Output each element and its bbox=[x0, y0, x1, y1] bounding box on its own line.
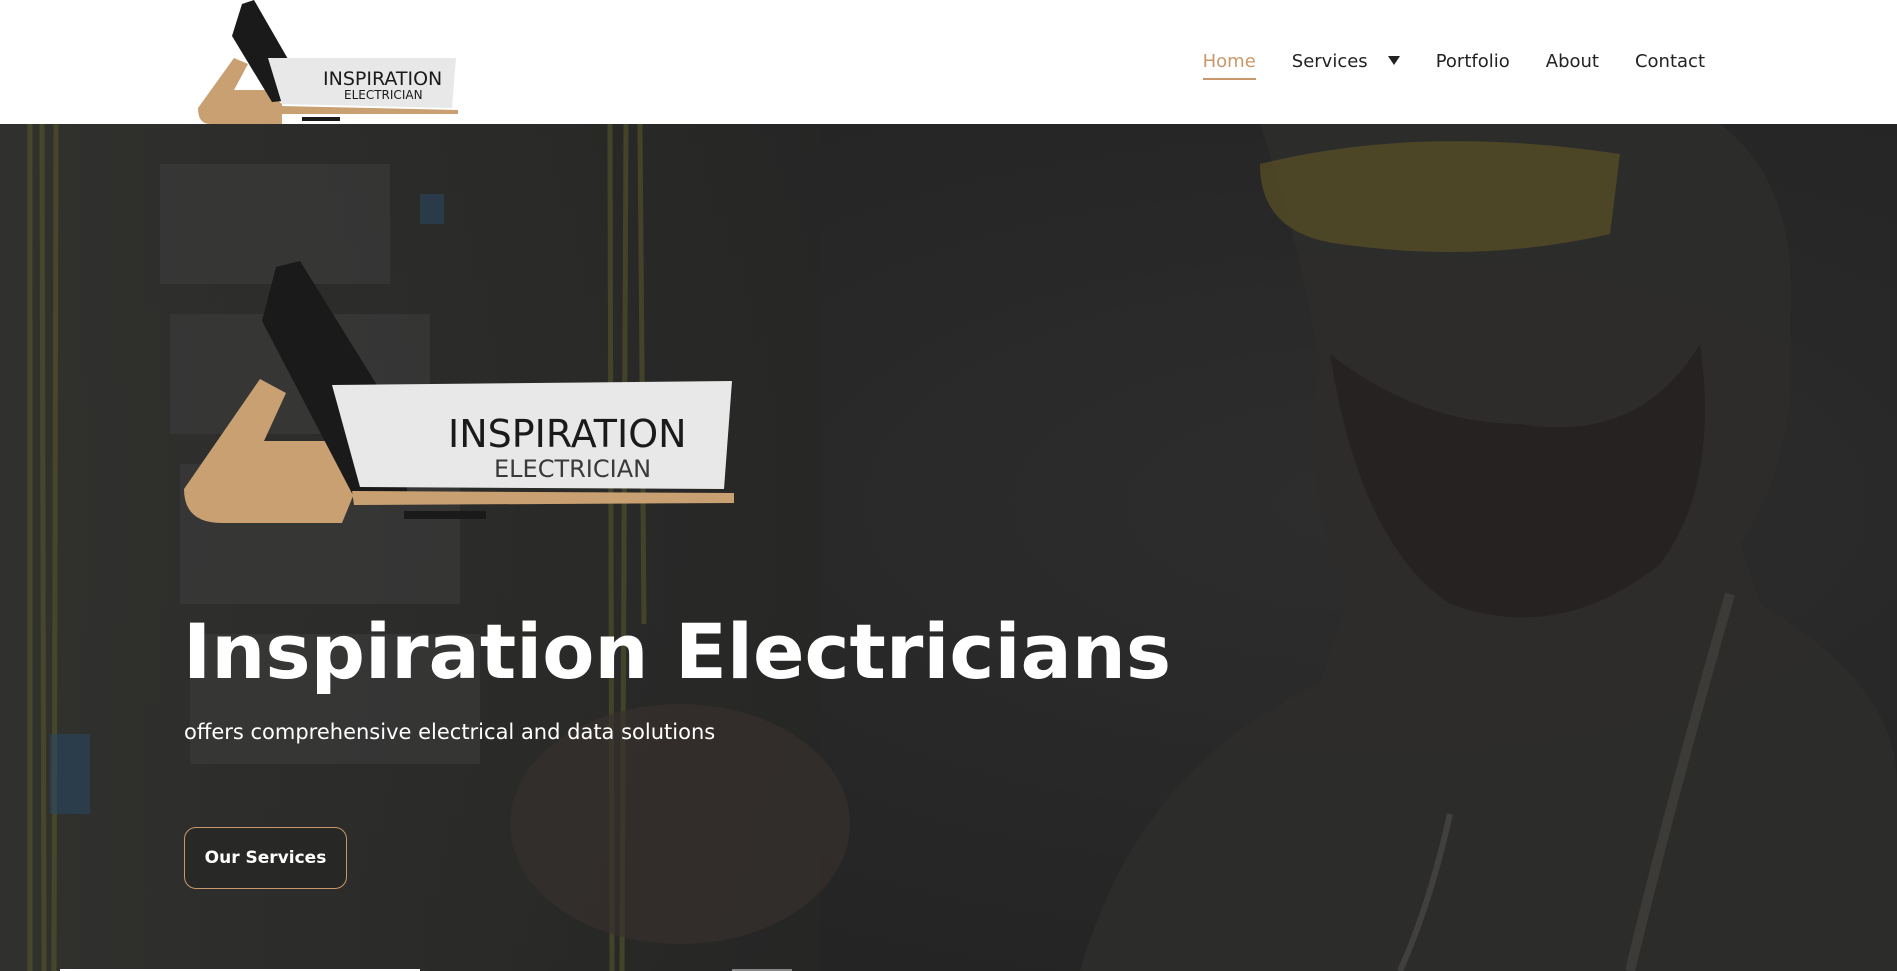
site-logo[interactable]: INSPIRATION ELECTRICIAN bbox=[196, 0, 458, 124]
our-services-button[interactable]: Our Services bbox=[184, 827, 347, 889]
nav-item-contact[interactable]: Contact bbox=[1635, 44, 1705, 80]
nav-item-home[interactable]: Home bbox=[1202, 44, 1256, 80]
hero-section: INSPIRATION ELECTRICIAN Inspiration Elec… bbox=[0, 124, 1897, 971]
caret-down-icon[interactable] bbox=[1387, 56, 1400, 65]
nav-item-label: Portfolio bbox=[1435, 51, 1510, 72]
site-header: INSPIRATION ELECTRICIAN Home Services Po… bbox=[0, 0, 1897, 124]
nav-item-services[interactable]: Services bbox=[1292, 44, 1400, 80]
logo-word-1: INSPIRATION bbox=[323, 68, 442, 90]
nav-item-label: About bbox=[1545, 51, 1599, 72]
nav-item-about[interactable]: About bbox=[1546, 44, 1599, 80]
logo-word-1: INSPIRATION bbox=[448, 412, 687, 456]
nav-item-label: Home bbox=[1202, 51, 1256, 72]
nav-item-portfolio[interactable]: Portfolio bbox=[1436, 44, 1510, 80]
nav-item-label: Contact bbox=[1634, 51, 1705, 72]
hero-logo: INSPIRATION ELECTRICIAN bbox=[184, 261, 734, 523]
main-nav: Home Services Portfolio About Contact bbox=[1202, 44, 1705, 80]
hero-subtitle: offers comprehensive electrical and data… bbox=[184, 720, 716, 744]
nav-item-label: Services bbox=[1291, 51, 1368, 72]
hero-title: Inspiration Electricians bbox=[183, 607, 1172, 696]
logo-word-2: ELECTRICIAN bbox=[344, 88, 423, 102]
logo-word-2: ELECTRICIAN bbox=[494, 455, 651, 483]
